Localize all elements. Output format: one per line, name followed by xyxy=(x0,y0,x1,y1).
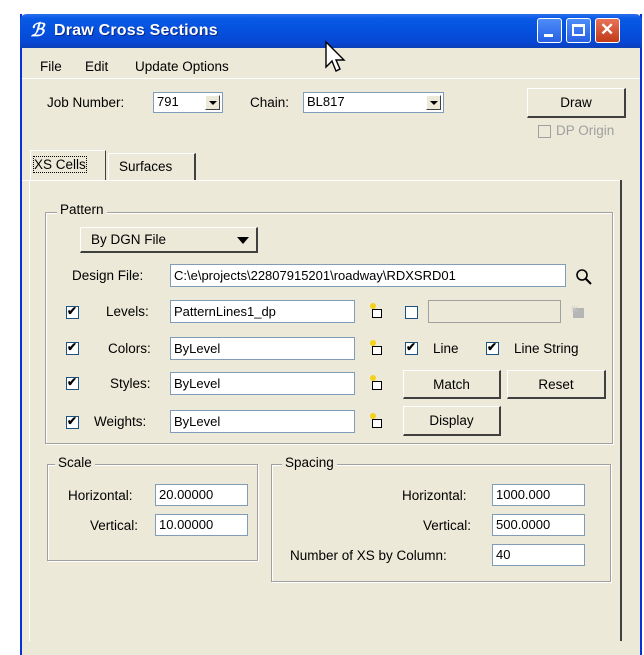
tab-label: Surfaces xyxy=(119,159,173,174)
weights-input[interactable]: ByLevel xyxy=(170,410,355,433)
spacing-columns-label: Number of XS by Column: xyxy=(290,548,447,563)
levels-extra-checkbox[interactable] xyxy=(405,306,418,319)
levels-extra-picker-icon: ✳ xyxy=(570,303,586,319)
tab-label: XS Cells xyxy=(33,156,87,173)
chain-label: Chain: xyxy=(250,95,290,110)
minimize-icon xyxy=(544,34,553,37)
tab-xs-cells[interactable]: XS Cells xyxy=(30,150,106,180)
styles-input[interactable]: ByLevel xyxy=(170,372,355,395)
colors-checkbox[interactable] xyxy=(66,340,79,355)
match-button[interactable]: Match xyxy=(403,370,501,399)
spacing-vertical-label: Vertical: xyxy=(423,518,472,533)
spacing-vertical-input[interactable]: 500.0000 xyxy=(492,514,585,536)
styles-checkbox[interactable] xyxy=(66,375,79,390)
tab-panel-right xyxy=(620,180,622,641)
job-number-select[interactable]: 791 xyxy=(153,92,223,113)
scale-horizontal-label: Horizontal: xyxy=(68,488,133,503)
job-number-label: Job Number: xyxy=(47,95,125,110)
scale-group-title: Scale xyxy=(55,455,95,470)
colors-input[interactable]: ByLevel xyxy=(170,337,355,360)
scale-vertical-input[interactable]: 10.00000 xyxy=(155,514,248,536)
tab-panel-top xyxy=(29,180,621,181)
line-string-label: Line String xyxy=(514,341,579,356)
colors-label: Colors: xyxy=(108,341,151,356)
close-button[interactable]: ✕ xyxy=(595,18,620,43)
styles-picker-icon[interactable] xyxy=(370,375,384,391)
weights-picker-icon[interactable] xyxy=(370,413,384,429)
levels-label: Levels: xyxy=(106,304,149,319)
spacing-group-title: Spacing xyxy=(282,455,337,470)
chain-value: BL817 xyxy=(307,94,345,109)
draw-button[interactable]: Draw xyxy=(527,88,626,118)
menu-edit[interactable]: Edit xyxy=(85,59,108,74)
weights-label: Weights: xyxy=(94,414,147,429)
weights-checkbox[interactable] xyxy=(66,414,79,429)
minimize-button[interactable] xyxy=(537,18,562,43)
app-icon[interactable]: ℬ xyxy=(30,20,48,41)
menu-separator xyxy=(22,78,640,79)
pattern-mode-value: By DGN File xyxy=(91,232,167,247)
levels-input[interactable]: PatternLines1_dp xyxy=(170,300,355,323)
close-icon: ✕ xyxy=(600,20,615,39)
design-file-input[interactable]: C:\e\projects\22807915201\roadway\RDXSRD… xyxy=(170,264,566,287)
dp-origin-label: DP Origin xyxy=(556,123,615,138)
colors-picker-icon[interactable] xyxy=(370,340,384,356)
reset-button[interactable]: Reset xyxy=(507,370,606,399)
chain-select[interactable]: BL817 xyxy=(303,92,444,113)
window-title: Draw Cross Sections xyxy=(54,22,218,39)
menu-file[interactable]: File xyxy=(40,59,62,74)
line-checkbox[interactable] xyxy=(405,340,418,355)
scale-vertical-label: Vertical: xyxy=(90,518,139,533)
design-file-label: Design File: xyxy=(72,268,144,283)
styles-label: Styles: xyxy=(110,376,151,391)
dropdown-arrow-icon[interactable] xyxy=(426,95,441,110)
search-icon[interactable] xyxy=(575,268,593,286)
levels-checkbox[interactable] xyxy=(66,304,79,319)
display-button[interactable]: Display xyxy=(403,406,501,436)
levels-extra-input xyxy=(428,300,561,323)
scale-horizontal-input[interactable]: 20.00000 xyxy=(155,484,248,506)
dropdown-arrow-icon[interactable] xyxy=(205,95,220,110)
tab-surfaces[interactable]: Surfaces xyxy=(108,153,196,180)
tab-panel-left xyxy=(29,180,30,641)
job-number-value: 791 xyxy=(157,94,179,109)
maximize-button[interactable] xyxy=(566,18,591,43)
pattern-mode-dropdown[interactable]: By DGN File xyxy=(80,227,258,253)
line-string-checkbox[interactable] xyxy=(486,340,499,355)
line-label: Line xyxy=(433,341,459,356)
menu-bar xyxy=(22,56,640,78)
levels-picker-icon[interactable] xyxy=(370,303,384,319)
spacing-columns-input[interactable]: 40 xyxy=(492,544,585,566)
scale-group xyxy=(47,464,258,561)
spacing-horizontal-label: Horizontal: xyxy=(402,488,467,503)
maximize-icon xyxy=(572,24,585,36)
dropdown-arrow-icon xyxy=(237,237,249,244)
spacing-horizontal-input[interactable]: 1000.000 xyxy=(492,484,585,506)
menu-update-options[interactable]: Update Options xyxy=(135,59,229,74)
pattern-group-title: Pattern xyxy=(57,202,107,217)
dp-origin-checkbox xyxy=(538,125,551,138)
